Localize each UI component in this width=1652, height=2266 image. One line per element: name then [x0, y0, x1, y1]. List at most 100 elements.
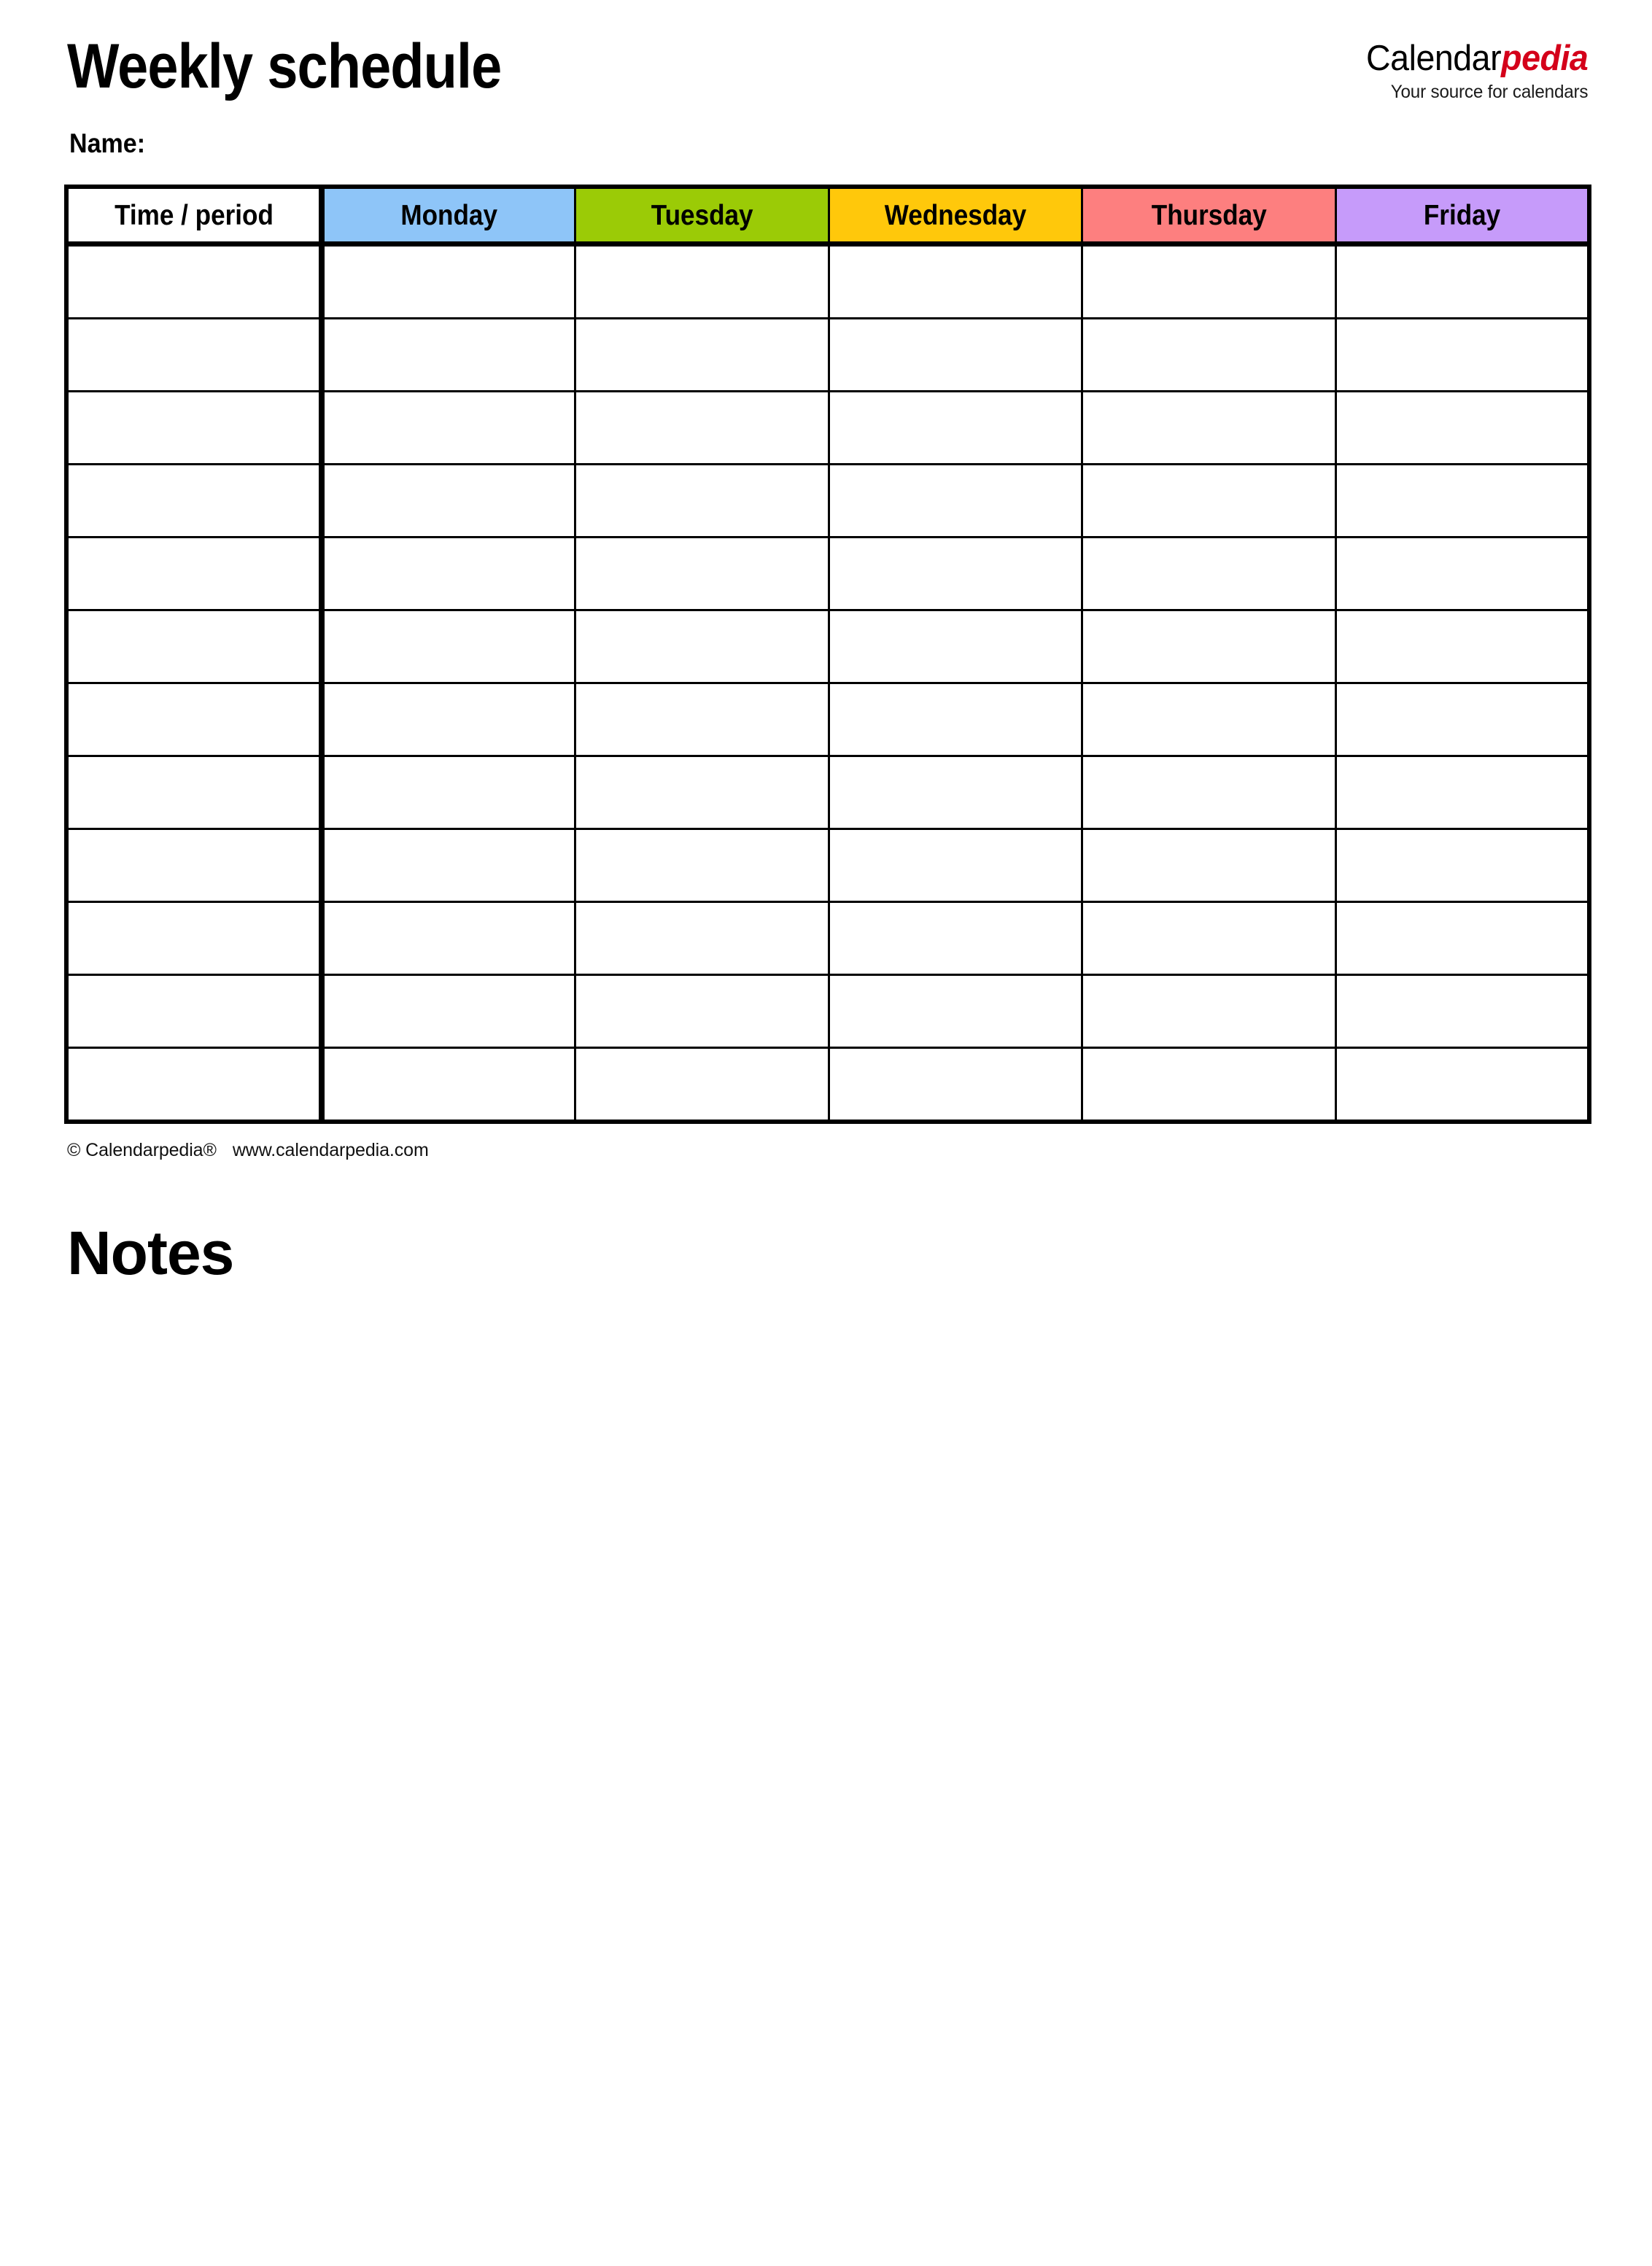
website-url[interactable]: www.calendarpedia.com: [233, 1140, 429, 1160]
table-row: [65, 463, 1591, 538]
cell-time[interactable]: [65, 1047, 325, 1123]
cell-thursday[interactable]: [1081, 974, 1337, 1049]
cell-tuesday[interactable]: [574, 243, 830, 319]
brand-name-primary: Calendar: [1365, 39, 1502, 78]
column-header-monday-label: Monday: [400, 199, 498, 231]
cell-tuesday[interactable]: [574, 536, 830, 611]
cell-time[interactable]: [65, 901, 325, 976]
cell-friday[interactable]: [1334, 1047, 1591, 1123]
cell-time[interactable]: [65, 974, 325, 1049]
cell-friday[interactable]: [1334, 390, 1591, 465]
cell-thursday[interactable]: [1081, 463, 1337, 538]
table-row: [65, 755, 1591, 830]
cell-time[interactable]: [65, 390, 325, 465]
cell-friday[interactable]: [1334, 243, 1591, 319]
brand-name-accent: pedia: [1500, 39, 1589, 78]
cell-monday[interactable]: [320, 755, 577, 830]
cell-tuesday[interactable]: [574, 390, 830, 465]
cell-tuesday[interactable]: [574, 682, 830, 757]
cell-thursday[interactable]: [1081, 317, 1337, 392]
cell-time[interactable]: [65, 243, 325, 319]
column-header-thursday: Thursday: [1081, 185, 1337, 247]
brand-wordmark: Calendarpedia: [1365, 39, 1589, 78]
cell-tuesday[interactable]: [574, 828, 830, 903]
column-header-friday: Friday: [1334, 185, 1591, 247]
column-header-tuesday-label: Tuesday: [651, 199, 753, 231]
cell-time[interactable]: [65, 463, 325, 538]
cell-friday[interactable]: [1334, 609, 1591, 684]
schedule-body: [65, 243, 1591, 1123]
weekly-schedule-page: Weekly schedule Name: Calendarpedia Your…: [0, 0, 1652, 2266]
cell-thursday[interactable]: [1081, 682, 1337, 757]
brand-tagline: Your source for calendars: [1390, 82, 1588, 102]
table-row: [65, 828, 1591, 903]
column-header-time: Time / period: [65, 185, 325, 247]
cell-friday[interactable]: [1334, 536, 1591, 611]
cell-monday[interactable]: [320, 243, 577, 319]
cell-time[interactable]: [65, 536, 325, 611]
cell-monday[interactable]: [320, 974, 577, 1049]
table-row: [65, 974, 1591, 1049]
cell-monday[interactable]: [320, 1047, 577, 1123]
cell-friday[interactable]: [1334, 463, 1591, 538]
cell-time[interactable]: [65, 755, 325, 830]
cell-monday[interactable]: [320, 828, 577, 903]
column-header-time-label: Time / period: [114, 199, 274, 231]
cell-wednesday[interactable]: [827, 974, 1084, 1049]
cell-thursday[interactable]: [1081, 609, 1337, 684]
cell-thursday[interactable]: [1081, 390, 1337, 465]
cell-thursday[interactable]: [1081, 1047, 1337, 1123]
column-header-wednesday-label: Wednesday: [884, 199, 1027, 231]
cell-wednesday[interactable]: [827, 536, 1084, 611]
page-title: Weekly schedule: [67, 31, 502, 101]
cell-time[interactable]: [65, 609, 325, 684]
weekly-schedule-table: Time / period Monday Tuesday Wednesday T…: [64, 185, 1591, 1124]
cell-wednesday[interactable]: [827, 755, 1084, 830]
cell-wednesday[interactable]: [827, 463, 1084, 538]
cell-wednesday[interactable]: [827, 317, 1084, 392]
cell-wednesday[interactable]: [827, 390, 1084, 465]
cell-monday[interactable]: [320, 463, 577, 538]
cell-wednesday[interactable]: [827, 243, 1084, 319]
cell-tuesday[interactable]: [574, 1047, 830, 1123]
table-row: [65, 1047, 1591, 1123]
cell-friday[interactable]: [1334, 828, 1591, 903]
cell-wednesday[interactable]: [827, 609, 1084, 684]
cell-monday[interactable]: [320, 390, 577, 465]
cell-wednesday[interactable]: [827, 901, 1084, 976]
cell-wednesday[interactable]: [827, 1047, 1084, 1123]
cell-friday[interactable]: [1334, 901, 1591, 976]
cell-tuesday[interactable]: [574, 463, 830, 538]
table-row: [65, 390, 1591, 465]
cell-tuesday[interactable]: [574, 901, 830, 976]
cell-monday[interactable]: [320, 609, 577, 684]
cell-friday[interactable]: [1334, 317, 1591, 392]
cell-friday[interactable]: [1334, 755, 1591, 830]
cell-thursday[interactable]: [1081, 536, 1337, 611]
cell-wednesday[interactable]: [827, 682, 1084, 757]
name-field-label: Name:: [69, 128, 146, 158]
cell-thursday[interactable]: [1081, 755, 1337, 830]
cell-tuesday[interactable]: [574, 974, 830, 1049]
cell-friday[interactable]: [1334, 682, 1591, 757]
cell-tuesday[interactable]: [574, 609, 830, 684]
cell-thursday[interactable]: [1081, 828, 1337, 903]
notes-writing-area[interactable]: [64, 1313, 1587, 2224]
cell-tuesday[interactable]: [574, 755, 830, 830]
cell-wednesday[interactable]: [827, 828, 1084, 903]
cell-monday[interactable]: [320, 317, 577, 392]
calendarpedia-logo[interactable]: Calendarpedia Your source for calendars: [1354, 39, 1589, 102]
table-row: [65, 609, 1591, 684]
cell-monday[interactable]: [320, 536, 577, 611]
cell-time[interactable]: [65, 682, 325, 757]
cell-thursday[interactable]: [1081, 901, 1337, 976]
schedule-table-wrapper: Time / period Monday Tuesday Wednesday T…: [64, 185, 1591, 1124]
table-row: [65, 317, 1591, 392]
cell-tuesday[interactable]: [574, 317, 830, 392]
cell-thursday[interactable]: [1081, 243, 1337, 319]
cell-friday[interactable]: [1334, 974, 1591, 1049]
cell-time[interactable]: [65, 317, 325, 392]
cell-monday[interactable]: [320, 682, 577, 757]
cell-monday[interactable]: [320, 901, 577, 976]
cell-time[interactable]: [65, 828, 325, 903]
